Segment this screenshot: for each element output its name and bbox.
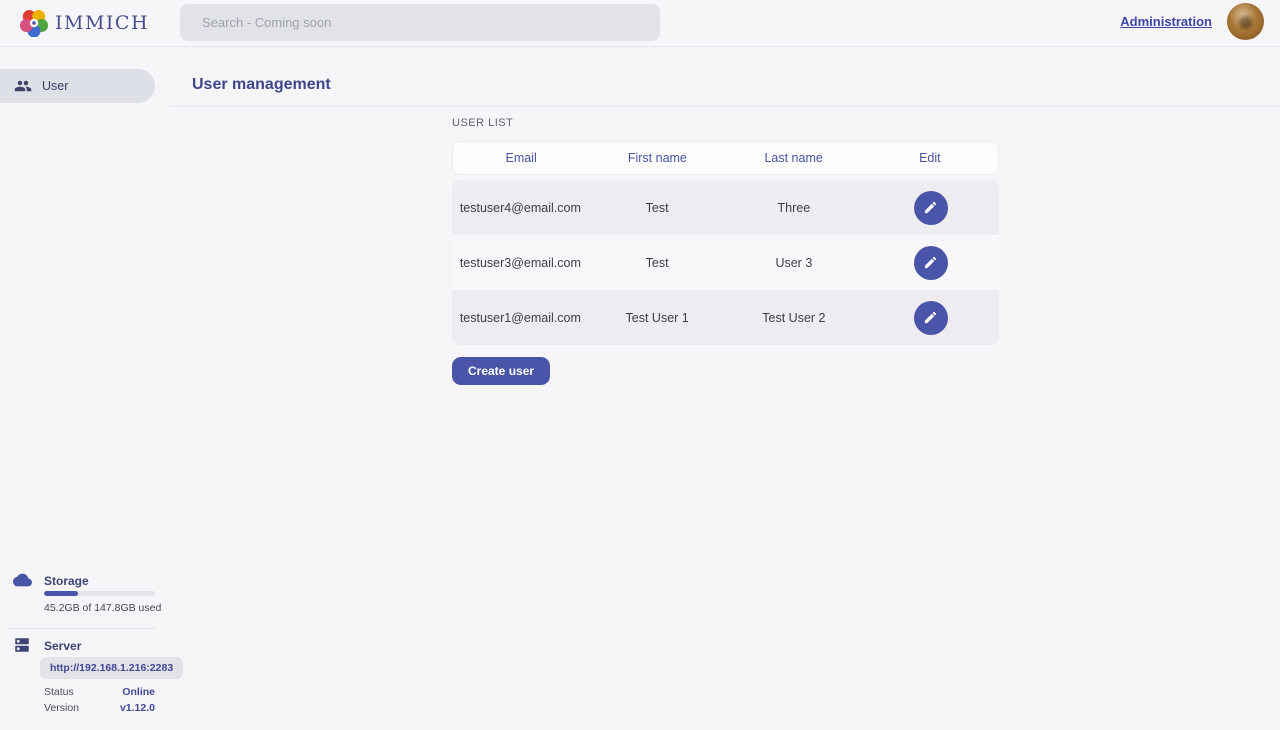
server-icon	[13, 636, 31, 659]
edit-pencil-icon	[923, 310, 938, 325]
cell-first-name: Test	[589, 201, 726, 215]
server-status-row: Status Online	[44, 686, 155, 698]
title-divider	[170, 106, 1280, 107]
column-header-edit: Edit	[862, 151, 998, 165]
logo-flower-icon	[20, 9, 48, 37]
cell-email: testuser4@email.com	[452, 201, 589, 215]
cell-email: testuser1@email.com	[452, 311, 589, 325]
column-header-last-name: Last name	[726, 151, 862, 165]
top-header: IMMICH Administration	[0, 0, 1280, 47]
status-value: Online	[122, 686, 155, 698]
sidebar-item-user-label: User	[42, 79, 68, 93]
cell-first-name: Test	[589, 256, 726, 270]
storage-progress-bar	[44, 591, 155, 596]
column-header-email: Email	[453, 151, 589, 165]
search-input[interactable]	[180, 4, 660, 41]
app-logo[interactable]: IMMICH	[20, 9, 149, 37]
version-label: Version	[44, 702, 79, 714]
server-version-row: Version v1.12.0	[44, 702, 155, 714]
page-title: User management	[192, 76, 331, 94]
edit-user-button[interactable]	[914, 191, 948, 225]
cell-email: testuser3@email.com	[452, 256, 589, 270]
user-table-body: testuser4@email.com Test Three testuser3…	[452, 180, 999, 345]
version-value: v1.12.0	[120, 702, 155, 714]
logo-text: IMMICH	[55, 12, 149, 34]
users-icon	[14, 77, 32, 95]
storage-progress-fill	[44, 591, 78, 596]
server-url-chip: http://192.168.1.216:2283	[40, 657, 183, 679]
cell-last-name: Three	[726, 201, 863, 215]
status-label: Status	[44, 686, 74, 698]
server-title: Server	[44, 639, 81, 653]
table-row: testuser3@email.com Test User 3	[452, 235, 999, 290]
immich-admin-page: IMMICH Administration User Storage 45.2G…	[0, 0, 1280, 730]
cell-last-name: Test User 2	[726, 311, 863, 325]
administration-link[interactable]: Administration	[1120, 14, 1212, 29]
user-avatar[interactable]	[1227, 3, 1264, 40]
create-user-button[interactable]: Create user	[452, 357, 550, 385]
cloud-icon	[13, 573, 32, 592]
user-table-header: Email First name Last name Edit	[452, 141, 999, 175]
storage-title: Storage	[44, 574, 89, 588]
user-list-label: USER LIST	[452, 117, 513, 129]
column-header-first-name: First name	[589, 151, 725, 165]
storage-usage-text: 45.2GB of 147.8GB used	[44, 602, 161, 614]
cell-first-name: Test User 1	[589, 311, 726, 325]
sidebar-divider	[8, 628, 155, 629]
table-row: testuser4@email.com Test Three	[452, 180, 999, 235]
edit-user-button[interactable]	[914, 301, 948, 335]
table-row: testuser1@email.com Test User 1 Test Use…	[452, 290, 999, 345]
edit-pencil-icon	[923, 200, 938, 215]
sidebar-item-user[interactable]: User	[0, 69, 155, 103]
cell-last-name: User 3	[726, 256, 863, 270]
edit-pencil-icon	[923, 255, 938, 270]
edit-user-button[interactable]	[914, 246, 948, 280]
